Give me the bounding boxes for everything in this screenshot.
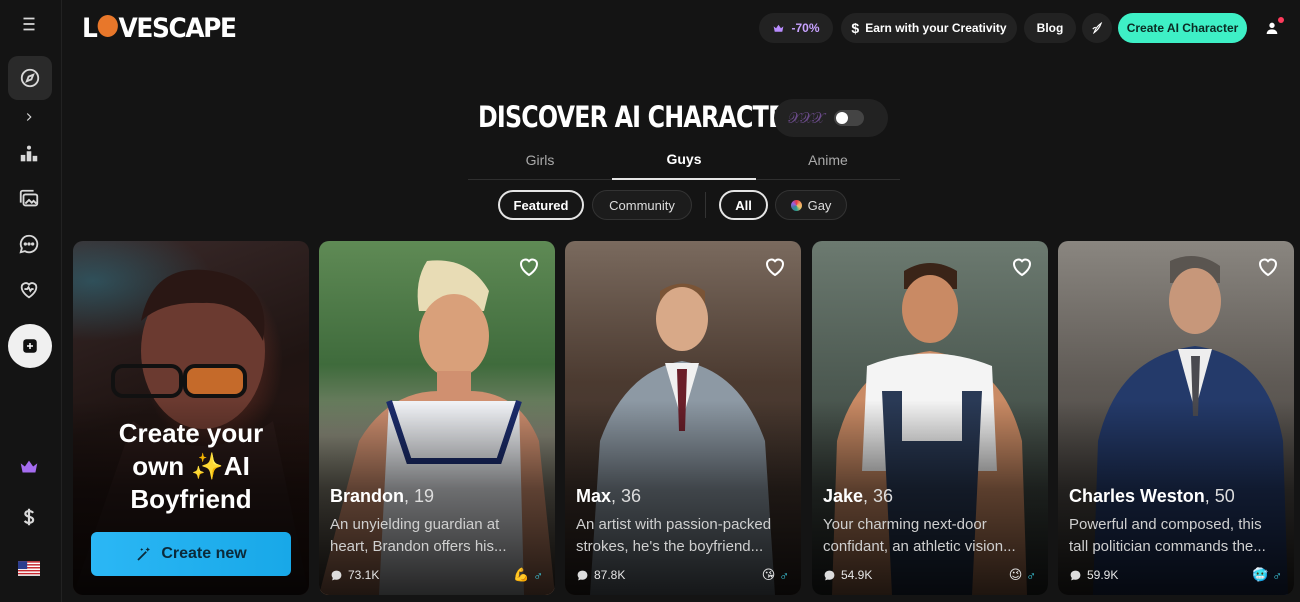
heart-wave-icon[interactable] [9, 270, 49, 310]
magic-wand-icon [137, 547, 151, 561]
app: L VESCAPE -70% $ Earn with your Creativit… [0, 0, 1300, 602]
promo-title-line3: Boyfriend [130, 484, 252, 514]
favorite-heart-icon[interactable] [517, 255, 541, 279]
favorite-heart-icon[interactable] [1256, 255, 1280, 279]
character-name: Max, 36 [576, 486, 641, 507]
promo-title: Create your own ✨AI Boyfriend [73, 417, 309, 516]
character-name-text: Max [576, 486, 612, 506]
logo-letter: L [82, 12, 98, 44]
sidebar [0, 0, 62, 602]
rainbow-icon [790, 199, 802, 211]
discount-button[interactable]: -70% [759, 13, 833, 43]
nsfw-toggle-label: 𝒳𝒳𝒳 [788, 109, 825, 127]
topbar: L VESCAPE -70% $ Earn with your Creativit… [62, 0, 1300, 56]
logo[interactable]: L VESCAPE [82, 12, 237, 44]
chevron-right-icon[interactable] [9, 97, 49, 137]
chat-count-icon [824, 570, 835, 580]
personality-emoji: 💪 [513, 567, 530, 582]
chat-count: 54.9K [841, 568, 873, 582]
page-title: DISCOVER AI CHARACTERS [478, 100, 818, 134]
filter-community[interactable]: Community [592, 190, 692, 220]
character-name: Brandon, 19 [330, 486, 434, 507]
notification-dot [1278, 17, 1284, 23]
nsfw-icon[interactable] [1082, 13, 1112, 43]
chat-count-icon [1070, 570, 1081, 580]
earn-label: Earn with your Creativity [865, 21, 1007, 35]
create-plus-icon[interactable] [8, 324, 52, 368]
promo-title-line2: own ✨AI [132, 451, 250, 481]
nsfw-toggle-group: 𝒳𝒳𝒳 [774, 99, 888, 137]
filter-all[interactable]: All [719, 190, 768, 220]
character-description: Your charming next-door confidant, an at… [823, 516, 1016, 555]
favorite-heart-icon[interactable] [1010, 255, 1034, 279]
character-footer: 73.1K 💪 ♂ [330, 566, 543, 584]
character-card-charles[interactable]: Charles Weston, 50 Powerful and composed… [1058, 241, 1294, 595]
gender-icon: ♂ [1272, 567, 1282, 583]
logo-mark-icon [97, 15, 118, 37]
create-new-label: Create new [161, 545, 247, 562]
chat-count: 59.9K [1087, 568, 1119, 582]
filter-featured[interactable]: Featured [498, 190, 584, 220]
personality-emoji: 🥶 [1252, 567, 1269, 582]
chat-icon[interactable] [9, 224, 49, 264]
personality-emoji: 😘 [761, 567, 776, 582]
character-footer: 59.9K 🥶 ♂ [1069, 566, 1282, 584]
character-card-max[interactable]: Max, 36 An artist with passion-packed st… [565, 241, 801, 595]
create-boyfriend-card[interactable]: Create your own ✨AI Boyfriend Create new [73, 241, 309, 595]
category-tabs: Girls Guys Anime [468, 140, 900, 180]
logo-text: VESCAPE [118, 12, 237, 44]
earn-button[interactable]: $ Earn with your Creativity [841, 13, 1017, 43]
character-name-text: Brandon [330, 486, 404, 506]
dollar-icon: $ [851, 20, 860, 36]
filter-gay[interactable]: Gay [775, 190, 847, 220]
chat-count: 87.8K [594, 568, 626, 582]
user-avatar-icon[interactable] [1258, 14, 1286, 42]
character-name-text: Jake [823, 486, 864, 506]
crown-icon[interactable] [9, 447, 49, 487]
favorite-heart-icon[interactable] [763, 255, 787, 279]
tab-anime[interactable]: Anime [756, 140, 900, 180]
chat-count: 73.1K [348, 568, 380, 582]
gender-icon: ♂ [779, 567, 789, 583]
compass-icon[interactable] [8, 56, 52, 100]
dollar-icon[interactable] [9, 497, 49, 537]
leaderboard-icon[interactable] [9, 134, 49, 174]
character-card-jake[interactable]: Jake, 36 Your charming next-door confida… [812, 241, 1048, 595]
crown-icon [774, 24, 784, 32]
tab-guys[interactable]: Guys [612, 140, 756, 180]
us-flag-icon[interactable] [9, 548, 49, 588]
discount-label: -70% [791, 21, 820, 35]
character-age: , 50 [1204, 486, 1235, 506]
character-name-text: Charles Weston [1069, 486, 1205, 506]
create-new-button[interactable]: Create new [91, 532, 291, 576]
character-footer: 87.8K 😘 ♂ [576, 566, 789, 584]
create-ai-character-label: Create AI Character [1126, 21, 1239, 35]
promo-title-line1: Create your [118, 418, 264, 448]
character-age: , 36 [863, 486, 894, 506]
menu-icon[interactable] [9, 4, 49, 44]
character-age: , 19 [404, 486, 435, 506]
blog-button[interactable]: Blog [1024, 13, 1076, 43]
character-description: An artist with passion-packed strokes, h… [576, 516, 772, 555]
gender-icon: ♂ [1026, 567, 1036, 583]
filter-gay-label: Gay [807, 197, 832, 213]
blog-label: Blog [1036, 21, 1064, 35]
character-footer: 54.9K 😉 ♂ [823, 566, 1036, 584]
chat-count-icon [331, 570, 342, 580]
character-name: Charles Weston, 50 [1069, 486, 1235, 507]
character-description: An unyielding guardian at heart, Brandon… [330, 516, 507, 555]
character-age: , 36 [611, 486, 642, 506]
chat-count-icon [577, 570, 588, 580]
tab-girls[interactable]: Girls [468, 140, 612, 180]
gallery-icon[interactable] [9, 179, 49, 219]
create-ai-character-button[interactable]: Create AI Character [1118, 13, 1247, 43]
character-name: Jake, 36 [823, 486, 893, 507]
nsfw-toggle-switch[interactable] [833, 110, 864, 126]
character-description: Powerful and composed, this tall politic… [1069, 516, 1266, 555]
character-card-brandon[interactable]: Brandon, 19 An unyielding guardian at he… [319, 241, 555, 595]
personality-emoji: 😉 [1008, 567, 1023, 582]
filter-divider [705, 192, 706, 218]
gender-icon: ♂ [533, 567, 543, 583]
